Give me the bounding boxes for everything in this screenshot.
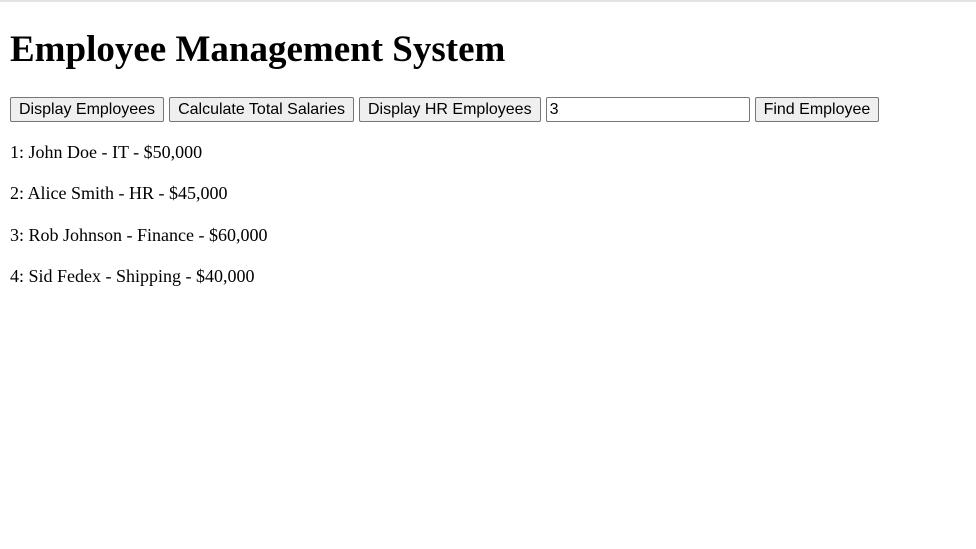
list-item: 4: Sid Fedex - Shipping - $40,000 xyxy=(10,265,255,286)
display-hr-employees-button[interactable]: Display HR Employees xyxy=(358,97,541,122)
calculate-total-salaries-button[interactable]: Calculate Total Salaries xyxy=(169,97,354,122)
page-title: Employee Management System xyxy=(10,29,506,70)
display-employees-button[interactable]: Display Employees xyxy=(10,97,165,122)
toolbar: Display Employees Calculate Total Salari… xyxy=(10,97,880,122)
find-employee-button[interactable]: Find Employee xyxy=(754,97,880,122)
list-item: 1: John Doe - IT - $50,000 xyxy=(10,142,203,162)
employee-id-input[interactable] xyxy=(545,97,750,122)
list-item: 2: Alice Smith - HR - $45,000 xyxy=(10,183,228,204)
list-item: 3: Rob Johnson - Finance - $60,000 xyxy=(10,224,268,245)
employee-list: 1: John Doe - IT - $50,000 2: Alice Smit… xyxy=(10,141,267,306)
top-divider xyxy=(0,0,976,2)
